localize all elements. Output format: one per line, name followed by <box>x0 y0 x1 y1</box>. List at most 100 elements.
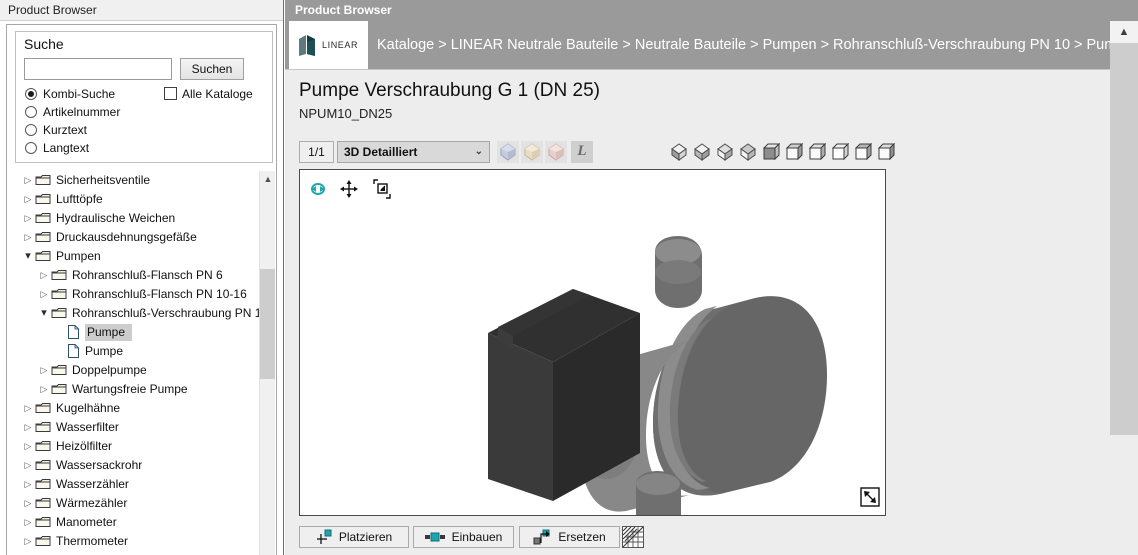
search-button[interactable]: Suchen <box>180 58 244 80</box>
tree-item[interactable]: ▷Schnellentlüfter <box>15 551 259 555</box>
chevron-collapsed-icon[interactable]: ▷ <box>21 494 35 513</box>
box-view-2-icon <box>785 142 804 161</box>
breadcrumb-item[interactable]: Pumpen <box>763 37 817 53</box>
breadcrumb-separator: > <box>438 37 447 53</box>
tree-item-label: Rohranschluß-Flansch PN 6 <box>72 268 223 282</box>
tree-item-label: Kugelhähne <box>56 401 121 415</box>
viewport-resize-handle[interactable] <box>859 486 881 511</box>
chevron-collapsed-icon[interactable]: ▷ <box>21 437 35 456</box>
box-view-6-button[interactable] <box>877 142 896 161</box>
chevron-collapsed-icon[interactable]: ▷ <box>21 513 35 532</box>
tree-item[interactable]: ▷ Wassersackrohr <box>15 456 259 475</box>
box-view-3-button[interactable] <box>808 142 827 161</box>
radio-kurztext[interactable]: Kurztext <box>25 122 87 139</box>
checkbox-alle-kataloge[interactable]: Alle Kataloge <box>164 86 253 103</box>
swatch-pink-button[interactable] <box>545 141 567 163</box>
tree-item[interactable]: ▷ Wasserzähler <box>15 475 259 494</box>
folder-icon <box>35 402 51 414</box>
search-input[interactable] <box>24 58 172 80</box>
chevron-collapsed-icon[interactable]: ▷ <box>21 209 35 228</box>
folder-icon <box>51 307 67 319</box>
breadcrumb-item[interactable]: Kataloge <box>377 37 434 53</box>
tree-item[interactable]: ▷ Thermometer <box>15 532 259 551</box>
tree-item[interactable]: ▷ Manometer <box>15 513 259 532</box>
tree-item-label: Sicherheitsventile <box>56 173 151 187</box>
iso-view-3-icon <box>717 143 733 161</box>
chevron-collapsed-icon[interactable]: ▷ <box>21 228 35 247</box>
tree-item[interactable]: ▷ Wartungsfreie Pumpe <box>15 380 259 399</box>
breadcrumb-item[interactable]: Neutrale Bauteile <box>635 37 746 53</box>
chevron-collapsed-icon[interactable]: ▷ <box>37 266 51 285</box>
layer-button[interactable]: L <box>571 141 593 163</box>
folder-icon <box>35 497 51 509</box>
tree-item[interactable]: ▾ Pumpen <box>15 247 259 266</box>
tree-item[interactable]: ▷ Wasserfilter <box>15 418 259 437</box>
chevron-collapsed-icon[interactable]: ▷ <box>21 418 35 437</box>
chevron-collapsed-icon[interactable]: ▷ <box>21 190 35 209</box>
tree-item[interactable]: ▷ Sicherheitsventile <box>15 171 259 190</box>
chevron-collapsed-icon[interactable]: ▷ <box>21 399 35 418</box>
platzieren-button[interactable]: Platzieren <box>299 526 409 548</box>
scroll-up-icon[interactable]: ▲ <box>260 171 275 187</box>
tree-item[interactable]: ▷ Pumpe <box>15 342 259 361</box>
grid-toggle-button[interactable] <box>622 526 644 548</box>
chevron-expanded-icon[interactable]: ▾ <box>21 247 35 266</box>
swatch-pink-icon <box>548 143 564 161</box>
chevron-collapsed-icon[interactable]: ▷ <box>21 171 35 190</box>
tree-item[interactable]: ▷ Rohranschluß-Flansch PN 10-16 <box>15 285 259 304</box>
breadcrumb-item[interactable]: Pumpe <box>1086 37 1110 53</box>
iso-view-4-button[interactable] <box>739 143 757 161</box>
model-viewport[interactable] <box>299 169 886 516</box>
iso-view-4-icon <box>740 143 756 161</box>
chevron-collapsed-icon[interactable]: ▷ <box>37 361 51 380</box>
tree-item[interactable]: ▷ Rohranschluß-Flansch PN 6 <box>15 266 259 285</box>
radio-langtext[interactable]: Langtext <box>25 140 89 157</box>
scrollbar-thumb[interactable] <box>1110 43 1138 435</box>
radio-artikelnummer[interactable]: Artikelnummer <box>25 104 120 121</box>
tree-item[interactable]: ▷ Pumpe <box>15 323 259 342</box>
chevron-collapsed-icon[interactable]: ▷ <box>21 475 35 494</box>
tree-item[interactable]: ▾ Rohranschluß-Verschraubung PN 1 <box>15 304 259 323</box>
chevron-expanded-icon[interactable]: ▾ <box>37 304 51 323</box>
document-icon <box>67 324 80 339</box>
einbauen-button[interactable]: Einbauen <box>413 526 514 548</box>
chevron-collapsed-icon[interactable]: ▷ <box>37 285 51 304</box>
folder-icon <box>51 383 67 395</box>
chevron-collapsed-icon[interactable]: ▷ <box>37 380 51 399</box>
breadcrumb-bar: LINEAR Kataloge > LINEAR Neutrale Bauteile… <box>285 21 1110 69</box>
breadcrumb-item[interactable]: Rohranschluß-Verschraubung PN 10 <box>833 37 1070 53</box>
swatch-blue-button[interactable] <box>497 141 519 163</box>
panel-splitter[interactable] <box>283 0 284 555</box>
chevron-collapsed-icon[interactable]: ▷ <box>21 456 35 475</box>
tree-item[interactable]: ▷ Kugelhähne <box>15 399 259 418</box>
box-view-5-button[interactable] <box>854 142 873 161</box>
box-view-4-button[interactable] <box>831 142 850 161</box>
tree-spacer: ▷ <box>53 323 67 342</box>
tree-vertical-scrollbar[interactable]: ▲ <box>259 171 275 555</box>
tree-item[interactable]: ▷ Heizölfilter <box>15 437 259 456</box>
scrollbar-thumb[interactable] <box>260 269 275 379</box>
linear-logo-text: LINEAR <box>322 40 359 50</box>
tree-item[interactable]: ▷ Wärmezähler <box>15 494 259 513</box>
iso-view-1-button[interactable] <box>670 143 688 161</box>
linear-logo-icon <box>299 34 315 56</box>
iso-view-2-button[interactable] <box>693 143 711 161</box>
replace-icon <box>533 529 551 545</box>
iso-view-2-icon <box>694 143 710 161</box>
radio-kombi-suche[interactable]: Kombi-Suche <box>25 86 115 103</box>
box-view-2-button[interactable] <box>785 142 804 161</box>
chevron-collapsed-icon[interactable]: ▷ <box>21 551 35 555</box>
scroll-up-icon[interactable]: ▲ <box>1110 21 1138 43</box>
view-mode-select[interactable]: 3D Detailliert ⌄ <box>337 141 490 163</box>
swatch-beige-button[interactable] <box>521 141 543 163</box>
box-view-1-button[interactable] <box>762 142 781 161</box>
tree-item[interactable]: ▷ Lufttöpfe <box>15 190 259 209</box>
tree-item[interactable]: ▷ Hydraulische Weichen <box>15 209 259 228</box>
chevron-collapsed-icon[interactable]: ▷ <box>21 532 35 551</box>
tree-item[interactable]: ▷ Doppelpumpe <box>15 361 259 380</box>
breadcrumb-item[interactable]: LINEAR Neutrale Bauteile <box>451 37 619 53</box>
ersetzen-button[interactable]: Ersetzen <box>519 526 620 548</box>
tree-item[interactable]: ▷ Druckausdehnungsgefäße <box>15 228 259 247</box>
iso-view-3-button[interactable] <box>716 143 734 161</box>
content-vertical-scrollbar[interactable]: ▲ <box>1110 21 1138 555</box>
